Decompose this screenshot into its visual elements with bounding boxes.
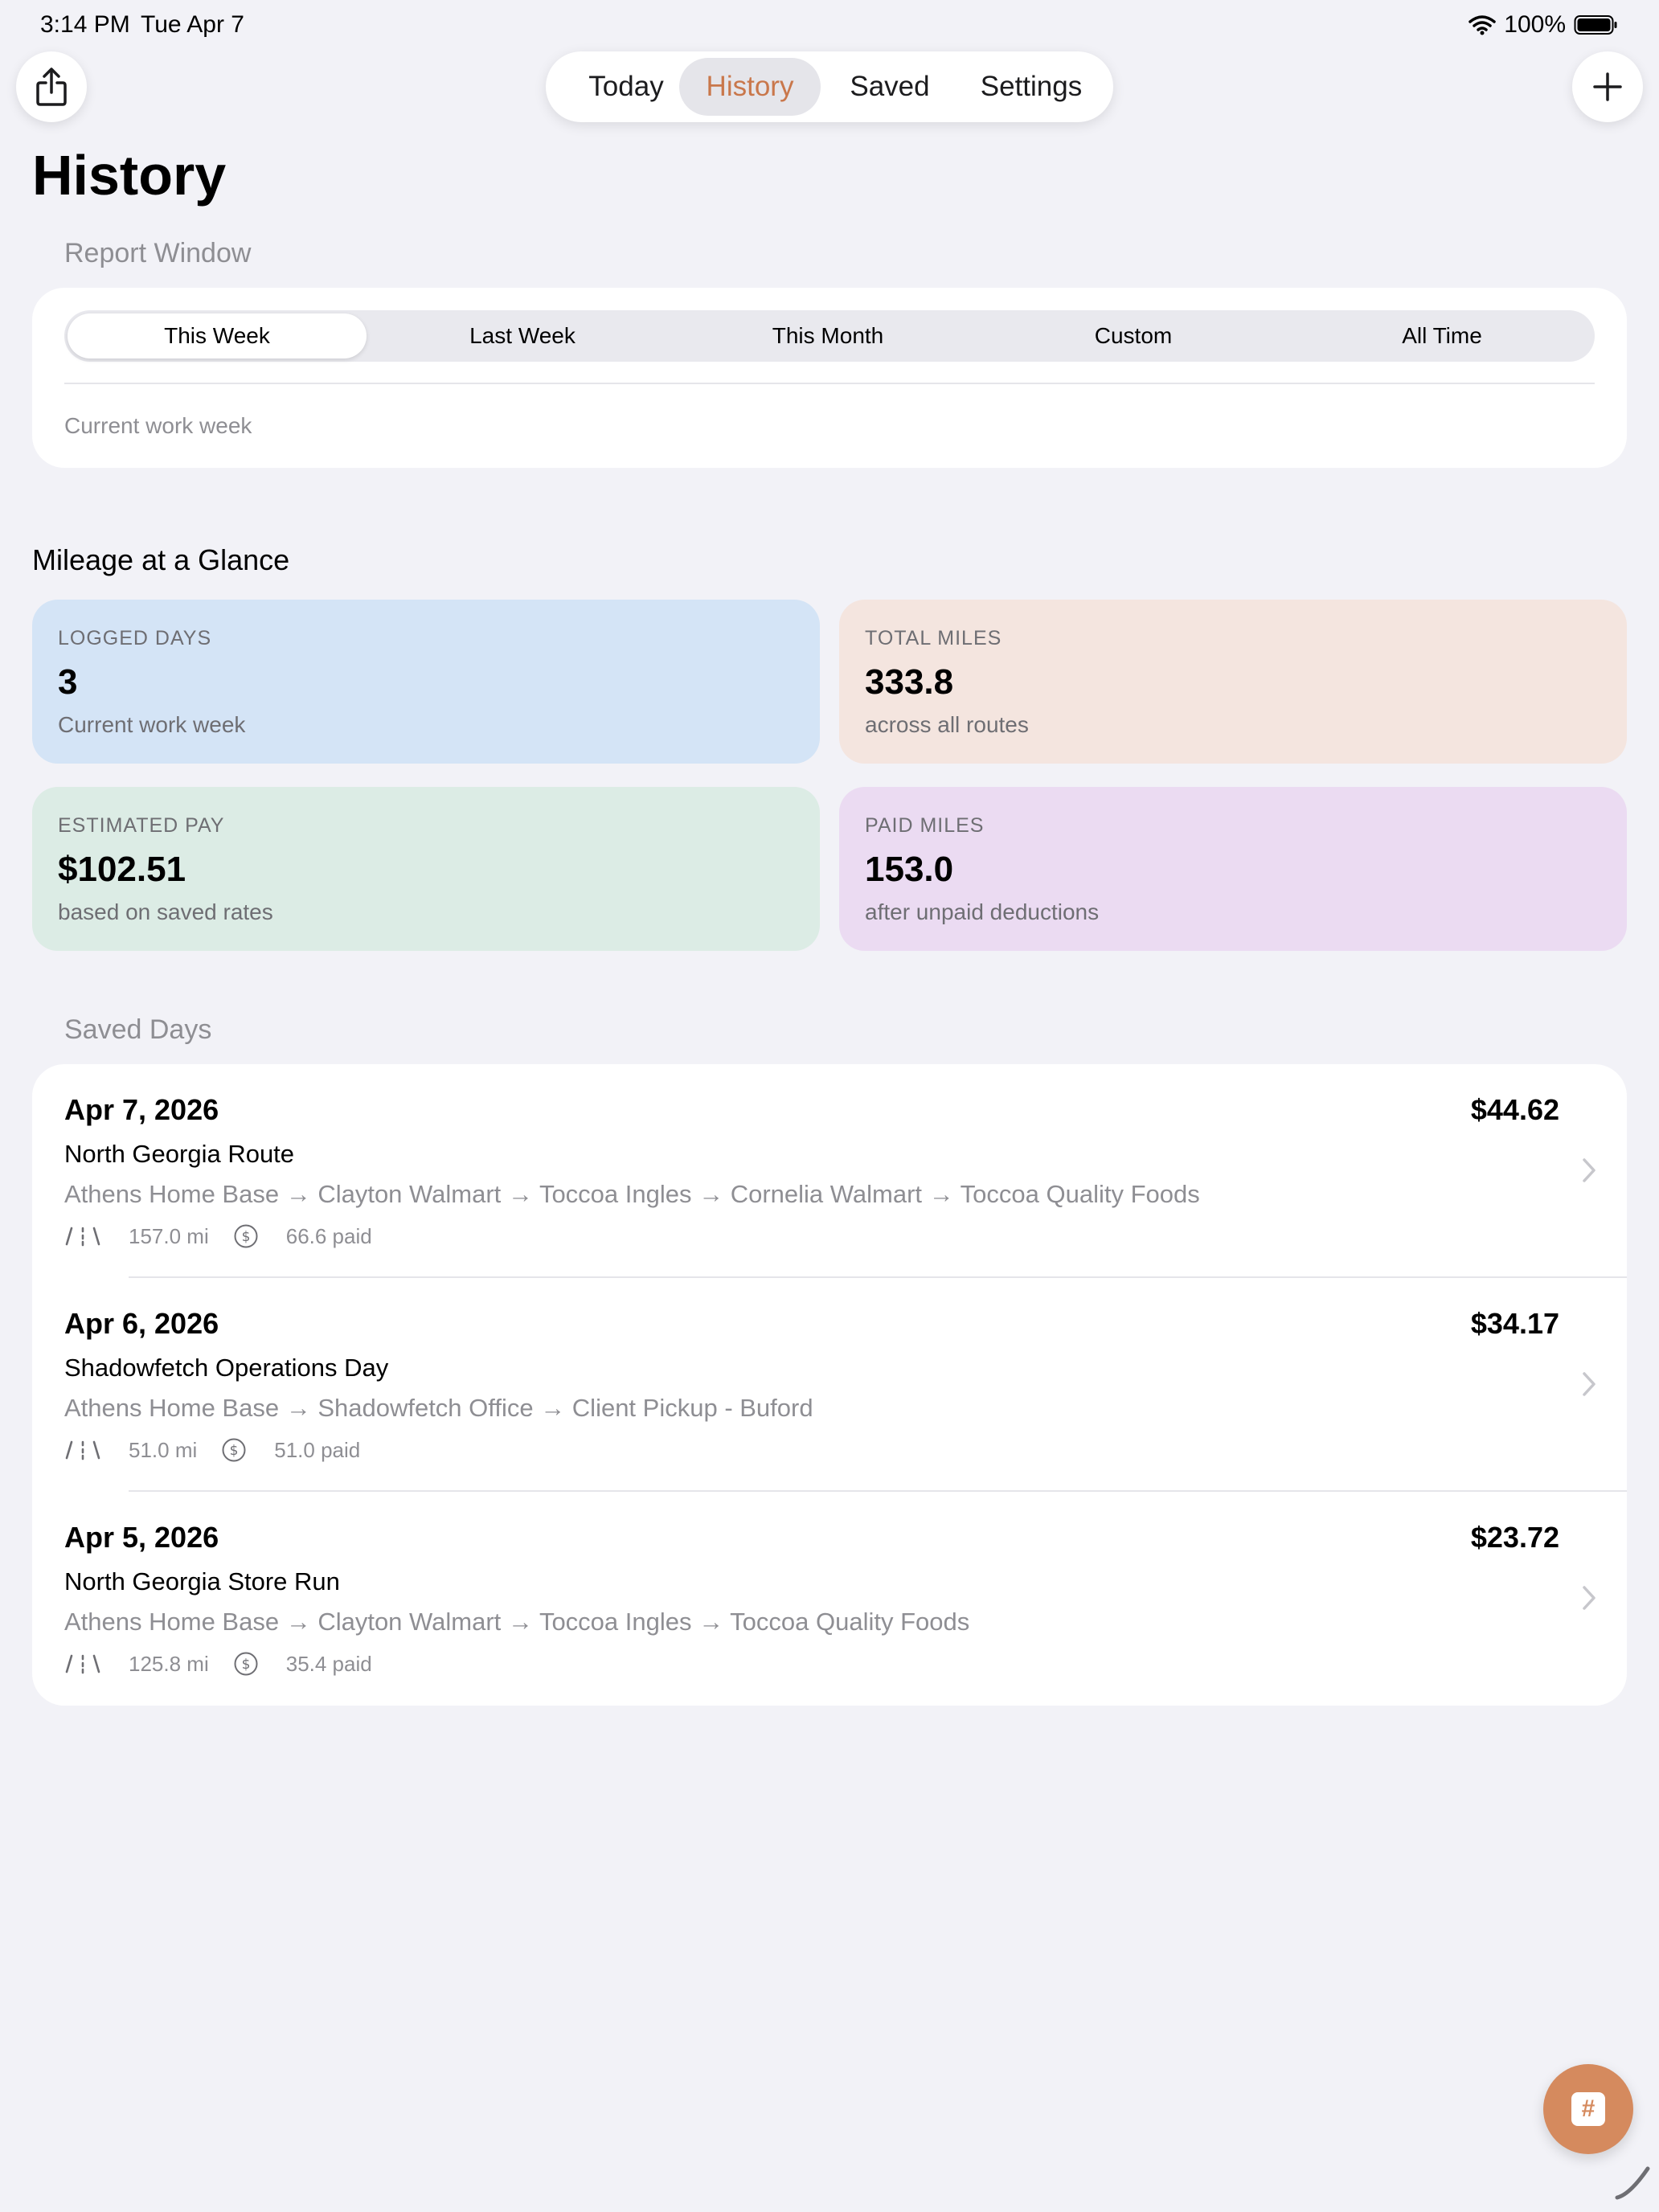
battery-percent: 100% [1504, 11, 1566, 38]
day-route: Athens Home Base → Clayton Walmart → Toc… [64, 1180, 1200, 1208]
svg-text:$: $ [230, 1443, 239, 1459]
stat-subtitle: after unpaid deductions [865, 899, 1100, 924]
day-route: Athens Home Base → Shadowfetch Office → … [64, 1394, 813, 1422]
day-date: Apr 6, 2026 [64, 1307, 219, 1340]
day-miles: 157.0 mi [129, 1223, 209, 1248]
tab-settings[interactable]: Settings [959, 58, 1104, 116]
report-window-header: Report Window [64, 238, 252, 268]
saved-day-row[interactable]: Apr 7, 2026 $44.62 North Georgia Route A… [32, 1064, 1627, 1278]
divider [64, 383, 1595, 384]
day-route: Athens Home Base → Clayton Walmart → Toc… [64, 1608, 970, 1636]
road-icon [65, 1654, 100, 1674]
svg-text:$: $ [241, 1657, 250, 1673]
stat-subtitle: across all routes [865, 712, 1029, 737]
range-all-time[interactable]: All Time [1292, 313, 1591, 358]
saved-days-header: Saved Days [64, 1014, 212, 1045]
report-window-caption: Current work week [64, 413, 252, 438]
stat-label: ESTIMATED PAY [58, 814, 225, 837]
hashtag-icon: # [1571, 2092, 1605, 2126]
day-meta: 125.8 mi $ 35.4 paid [64, 1649, 372, 1678]
day-date: Apr 7, 2026 [64, 1093, 219, 1126]
wifi-icon [1469, 15, 1497, 35]
saved-day-row[interactable]: Apr 6, 2026 $34.17 Shadowfetch Operation… [32, 1278, 1627, 1492]
share-icon [36, 68, 67, 106]
status-bar: 3:14 PM Tue Apr 7 100% [0, 0, 1659, 51]
stat-value: 3 [58, 662, 78, 702]
stat-value: $102.51 [58, 850, 186, 889]
battery-icon [1574, 15, 1617, 35]
day-name: North Georgia Store Run [64, 1567, 340, 1596]
road-icon [65, 1440, 100, 1460]
day-miles: 125.8 mi [129, 1651, 209, 1676]
stat-label: TOTAL MILES [865, 627, 1002, 649]
chevron-right-icon [1583, 1372, 1596, 1396]
dollar-circle-icon: $ [222, 1438, 246, 1462]
saved-days-list: Apr 7, 2026 $44.62 North Georgia Route A… [32, 1064, 1627, 1706]
status-indicators: 100% [1469, 11, 1619, 39]
add-button[interactable] [1572, 51, 1643, 122]
range-this-week[interactable]: This Week [68, 313, 367, 358]
stat-value: 153.0 [865, 850, 954, 889]
day-miles: 51.0 mi [129, 1437, 198, 1462]
stat-value: 333.8 [865, 662, 954, 702]
range-custom[interactable]: Custom [984, 313, 1283, 358]
day-pay: $34.17 [1470, 1307, 1559, 1340]
page-title: History [32, 144, 227, 207]
status-time: 3:14 PM [40, 11, 130, 38]
stat-label: LOGGED DAYS [58, 627, 212, 649]
stat-label: PAID MILES [865, 814, 985, 837]
stat-logged-days: LOGGED DAYS 3 Current work week [32, 600, 820, 764]
day-paid-miles: 35.4 paid [285, 1651, 372, 1676]
chevron-right-icon [1583, 1158, 1596, 1182]
day-name: Shadowfetch Operations Day [64, 1354, 389, 1382]
scribble-corner-icon[interactable] [1612, 2162, 1653, 2202]
range-this-month[interactable]: This Month [678, 313, 977, 358]
report-range-picker: This Week Last Week This Month Custom Al… [64, 310, 1595, 362]
tab-history[interactable]: History [679, 58, 821, 116]
share-button[interactable] [16, 51, 87, 122]
report-window-card: This Week Last Week This Month Custom Al… [32, 288, 1627, 468]
tab-today[interactable]: Today [560, 58, 692, 116]
range-last-week[interactable]: Last Week [373, 313, 672, 358]
day-paid-miles: 66.6 paid [285, 1223, 372, 1248]
floating-action-button[interactable]: # [1543, 2064, 1633, 2154]
day-paid-miles: 51.0 paid [274, 1437, 361, 1462]
tab-saved[interactable]: Saved [824, 58, 956, 116]
day-pay: $23.72 [1470, 1521, 1559, 1554]
stat-total-miles: TOTAL MILES 333.8 across all routes [839, 600, 1627, 764]
plus-icon [1593, 72, 1622, 101]
dollar-circle-icon: $ [234, 1224, 258, 1248]
stat-subtitle: Current work week [58, 712, 246, 737]
saved-day-row[interactable]: Apr 5, 2026 $23.72 North Georgia Store R… [32, 1492, 1627, 1706]
stat-paid-miles: PAID MILES 153.0 after unpaid deductions [839, 787, 1627, 951]
day-pay: $44.62 [1470, 1093, 1559, 1126]
stat-estimated-pay: ESTIMATED PAY $102.51 based on saved rat… [32, 787, 820, 951]
stat-subtitle: based on saved rates [58, 899, 273, 924]
road-icon [65, 1227, 100, 1247]
day-date: Apr 5, 2026 [64, 1521, 219, 1554]
day-meta: 157.0 mi $ 66.6 paid [64, 1222, 372, 1251]
status-date: Tue Apr 7 [141, 11, 244, 38]
dollar-circle-icon: $ [234, 1652, 258, 1676]
day-name: North Georgia Route [64, 1140, 295, 1168]
glance-title: Mileage at a Glance [32, 543, 290, 576]
nav-tab-bar: Today History Saved Settings [546, 51, 1113, 122]
svg-text:$: $ [241, 1229, 250, 1245]
day-meta: 51.0 mi $ 51.0 paid [64, 1436, 360, 1464]
chevron-right-icon [1583, 1586, 1596, 1610]
